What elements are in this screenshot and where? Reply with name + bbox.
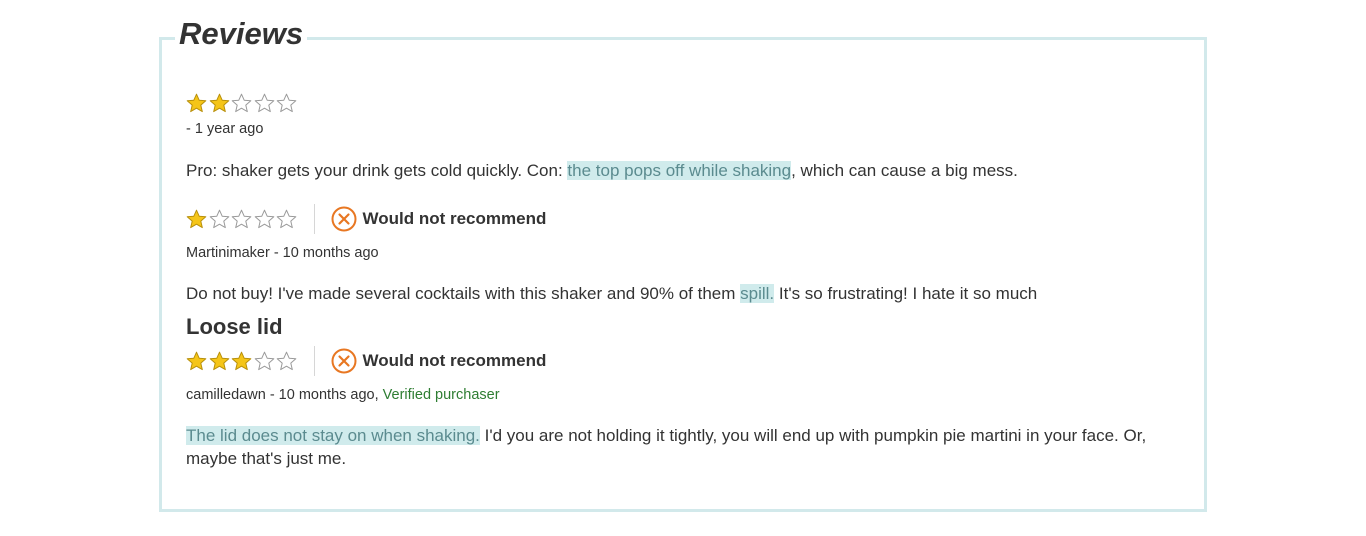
- review-text-before: Do not buy! I've made several cocktails …: [186, 284, 741, 303]
- verified-purchaser-badge: Verified purchaser: [382, 387, 500, 403]
- star-filled-icon: [186, 93, 207, 114]
- star-rating: [186, 351, 299, 372]
- review-meta: camilledawn - 10 months ago, Verified pu…: [186, 386, 1196, 404]
- review-item: Would not recommend Martinimaker - 10 mo…: [186, 204, 1196, 305]
- star-empty-icon: [276, 351, 297, 372]
- rating-row: Would not recommend: [186, 204, 1196, 234]
- review-item: - 1 year ago Pro: shaker gets your drink…: [186, 88, 1196, 182]
- review-meta: - 1 year ago: [186, 121, 264, 137]
- x-circle-icon: [331, 348, 357, 374]
- reviews-heading: Reviews: [175, 14, 308, 54]
- star-empty-icon: [276, 93, 297, 114]
- reviewer-info: camilledawn - 10 months ago,: [186, 387, 383, 403]
- star-empty-icon: [209, 209, 230, 230]
- review-text-after: It's so frustrating! I hate it so much: [774, 284, 1038, 303]
- highlighted-phrase: the top pops off while shaking: [567, 161, 792, 180]
- highlighted-phrase: The lid does not stay on when shaking.: [186, 426, 480, 445]
- review-item: Loose lid Would not recommend camilledaw…: [186, 314, 1196, 470]
- star-filled-icon: [209, 351, 230, 372]
- divider: [313, 204, 315, 234]
- star-empty-icon: [231, 93, 252, 114]
- review-text-before: Pro: shaker gets your drink gets cold qu…: [186, 161, 568, 180]
- star-empty-icon: [231, 209, 252, 230]
- star-rating: [186, 209, 299, 230]
- review-text: The lid does not stay on when shaking. I…: [186, 424, 1196, 470]
- highlighted-phrase: spill.: [740, 284, 775, 303]
- star-empty-icon: [254, 351, 275, 372]
- review-title: Loose lid: [186, 314, 283, 339]
- review-text: Do not buy! I've made several cocktails …: [186, 282, 1196, 305]
- star-rating: [186, 93, 299, 114]
- recommend-label: Would not recommend: [362, 351, 547, 370]
- star-empty-icon: [254, 93, 275, 114]
- star-filled-icon: [231, 351, 252, 372]
- divider: [313, 346, 315, 376]
- rating-row: [186, 88, 1196, 118]
- star-filled-icon: [186, 209, 207, 230]
- star-empty-icon: [276, 209, 297, 230]
- recommend-label: Would not recommend: [362, 209, 547, 228]
- star-filled-icon: [186, 351, 207, 372]
- rating-row: Would not recommend: [186, 346, 1196, 376]
- review-text-after: , which can cause a big mess.: [791, 161, 1018, 180]
- star-filled-icon: [209, 93, 230, 114]
- star-empty-icon: [254, 209, 275, 230]
- x-circle-icon: [331, 206, 357, 232]
- review-text: Pro: shaker gets your drink gets cold qu…: [186, 159, 1196, 182]
- review-meta: Martinimaker - 10 months ago: [186, 245, 379, 261]
